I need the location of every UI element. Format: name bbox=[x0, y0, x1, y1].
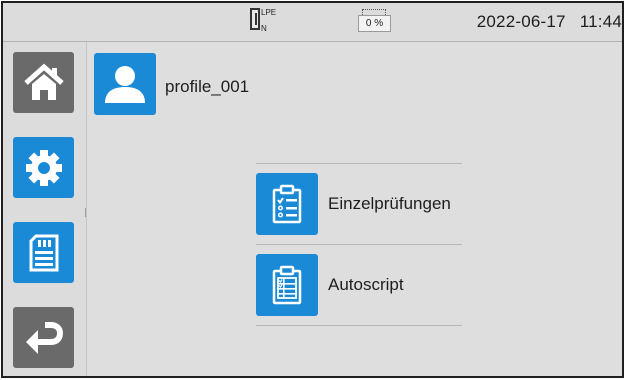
divider-tick bbox=[85, 208, 86, 217]
phase-label-n: N bbox=[261, 24, 267, 33]
device-screen: LPE N 0 % 2022-06-17 11:44 profile_001 E… bbox=[1, 1, 624, 378]
date-time: 2022-06-17 11:44 bbox=[477, 12, 622, 32]
home-button[interactable] bbox=[13, 52, 74, 113]
phase-plug-icon bbox=[250, 8, 260, 30]
status-bar: LPE N 0 % 2022-06-17 11:44 bbox=[3, 3, 622, 42]
menu-label-autoscript: Autoscript bbox=[328, 275, 404, 294]
memory-button[interactable] bbox=[13, 222, 74, 283]
battery-percent: 0 % bbox=[358, 15, 391, 32]
profile-name[interactable]: profile_001 bbox=[165, 77, 249, 97]
status-time: 11:44 bbox=[579, 12, 622, 31]
sd-card-icon bbox=[29, 234, 58, 271]
menu-divider bbox=[256, 325, 462, 326]
phase-indicator: LPE N bbox=[250, 8, 276, 33]
return-arrow-icon bbox=[25, 321, 63, 354]
profile-button[interactable] bbox=[94, 53, 156, 115]
menu-item-autoscript[interactable]: Autoscript bbox=[256, 245, 462, 325]
status-date: 2022-06-17 bbox=[476, 12, 566, 31]
main-menu: Einzelprüfungen Autoscript bbox=[256, 163, 462, 326]
home-icon bbox=[23, 63, 64, 100]
phase-label-pe: PE bbox=[265, 8, 277, 17]
gear-icon bbox=[25, 149, 62, 186]
back-button[interactable] bbox=[13, 307, 74, 368]
settings-button[interactable] bbox=[13, 137, 74, 198]
menu-label-einzelpruefungen: Einzelprüfungen bbox=[328, 194, 451, 213]
menu-item-einzelpruefungen[interactable]: Einzelprüfungen bbox=[256, 164, 462, 244]
user-icon bbox=[105, 66, 145, 103]
script-clipboard-icon bbox=[272, 265, 302, 305]
sidebar bbox=[3, 42, 87, 376]
battery-indicator: 0 % bbox=[358, 9, 392, 33]
checklist-clipboard-icon bbox=[272, 184, 302, 224]
